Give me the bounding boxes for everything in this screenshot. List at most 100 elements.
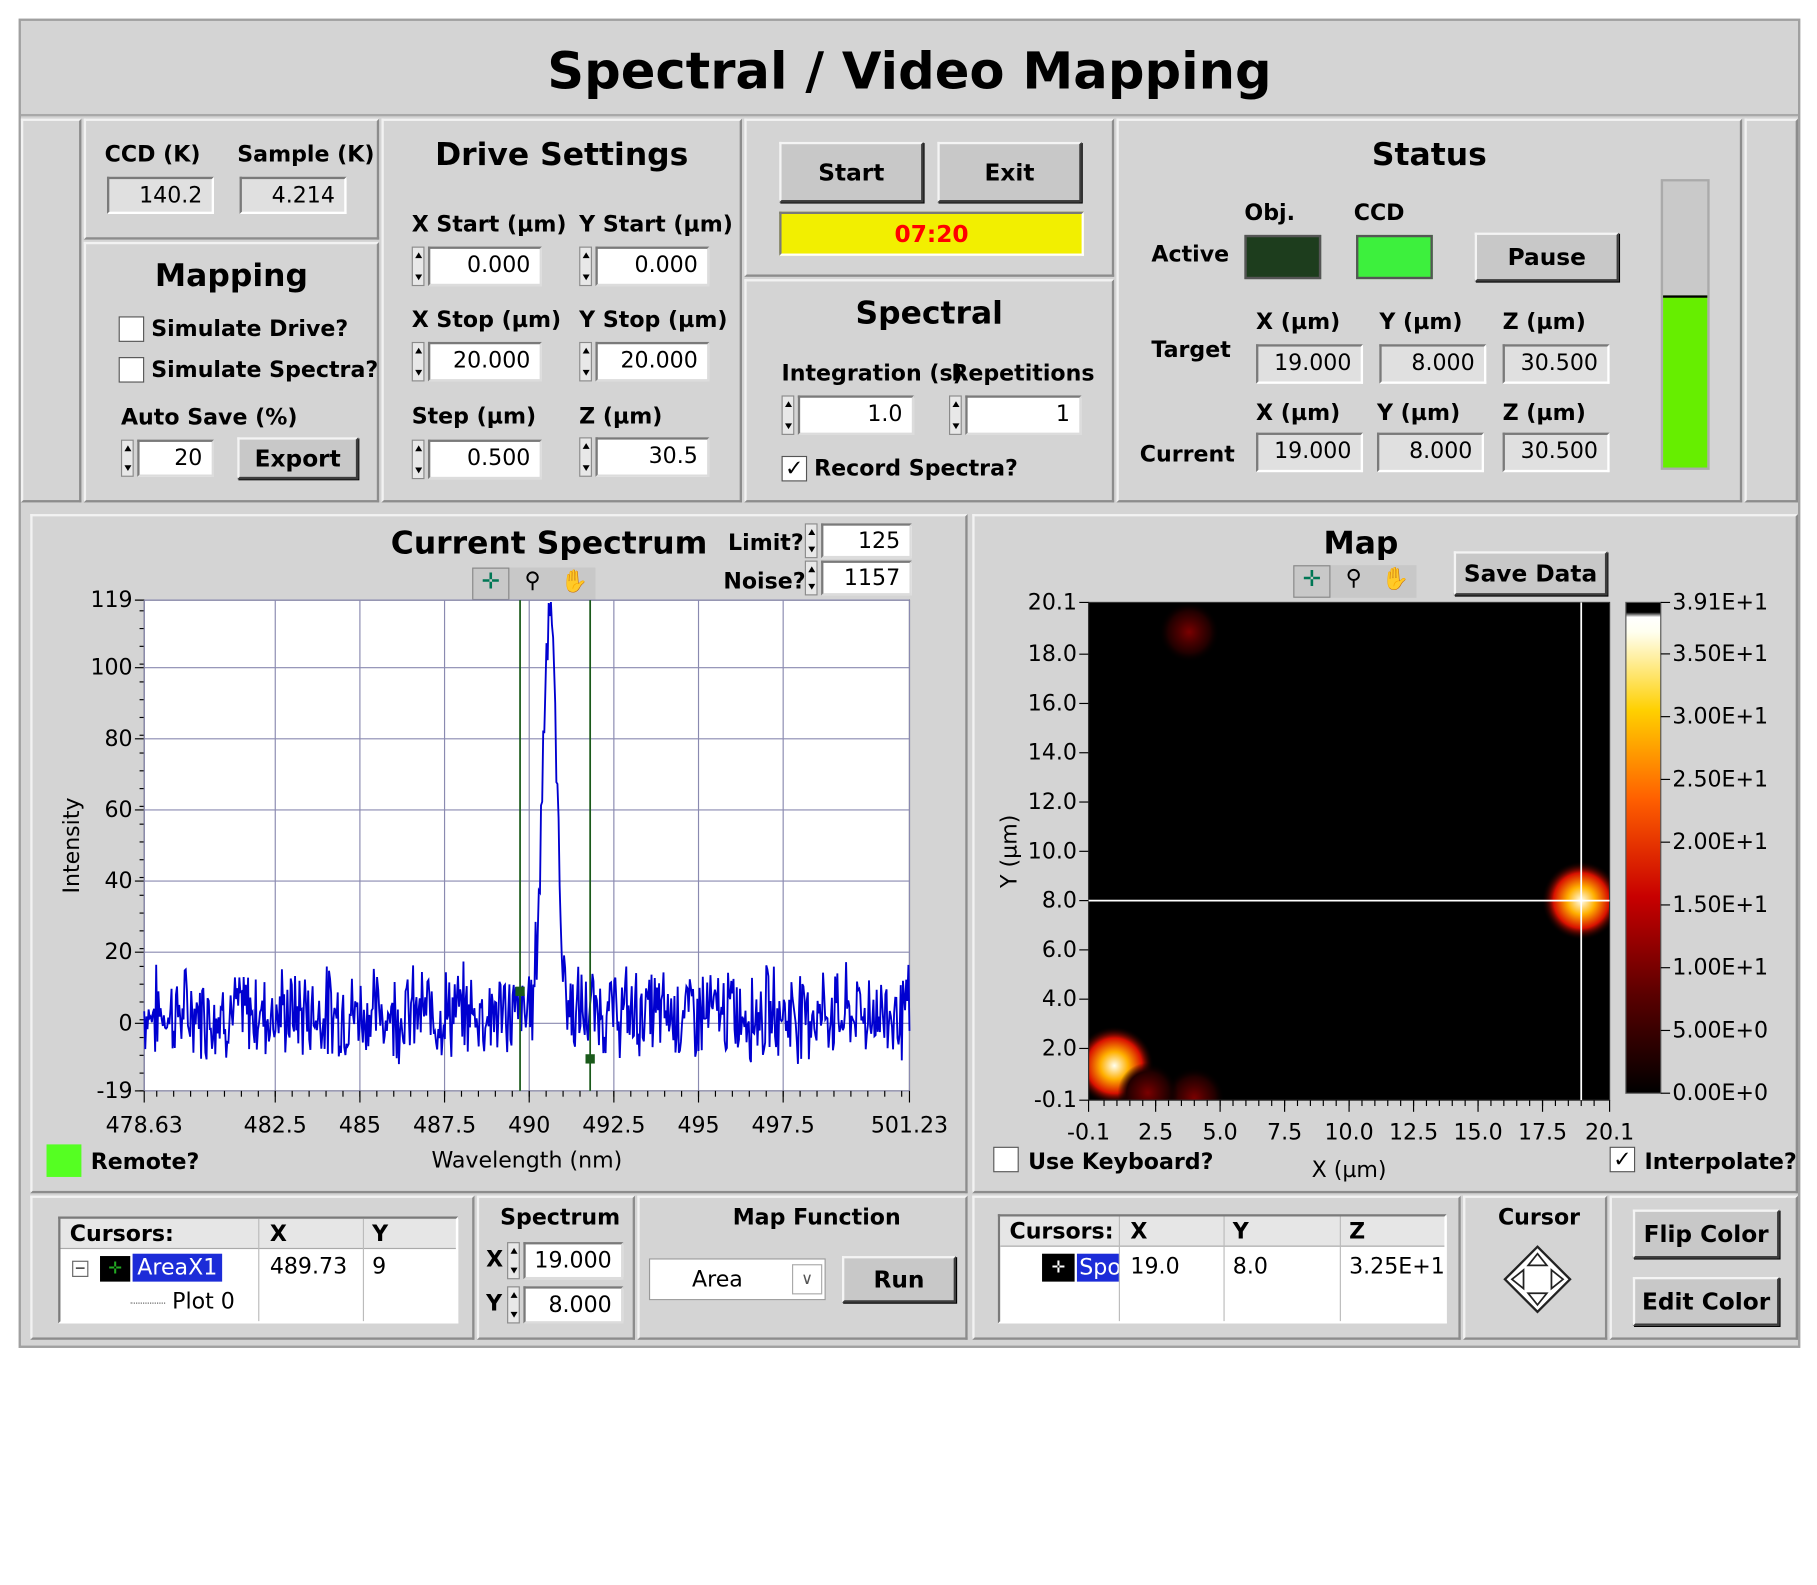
edit-color-button[interactable]: Edit Color (1632, 1276, 1780, 1326)
simulate-drive-checkbox[interactable] (118, 316, 145, 342)
map-x-tick-label: 12.5 (1389, 1120, 1438, 1146)
x-start-label: X Start (µm) (411, 211, 567, 238)
pause-button[interactable]: Pause (1474, 232, 1619, 282)
spectrum-y-input[interactable]: 8.000 (523, 1286, 624, 1324)
map-cursor-y-value: 8.0 (1232, 1253, 1268, 1280)
map-cursor-x-value: 19.0 (1130, 1253, 1180, 1280)
spectrum-y-tick-label: 60 (104, 797, 132, 823)
mapping-title: Mapping (154, 258, 308, 295)
x-stop-input[interactable]: 20.000 (427, 341, 542, 382)
spectrum-cursor-marker (515, 986, 525, 996)
dropdown-chevron-icon[interactable]: ∨ (792, 1264, 823, 1295)
x-start-input[interactable]: 0.000 (427, 246, 542, 287)
map-function-select[interactable]: Area ∨ (648, 1258, 826, 1301)
record-spectra-checkbox[interactable]: ✓ (781, 455, 808, 482)
step-spinner[interactable] (411, 439, 425, 480)
simulate-spectra-checkbox[interactable] (118, 357, 145, 383)
z-spinner[interactable] (579, 437, 592, 477)
spectrum-x-label: X (486, 1246, 504, 1273)
remote-label: Remote? (90, 1149, 200, 1175)
current-z-value: 30.500 (1502, 432, 1610, 473)
run-button[interactable]: Run (842, 1256, 956, 1303)
spectrum-y-tick-label: 0 (119, 1010, 133, 1036)
map-cursor-name[interactable]: Spo (1076, 1253, 1119, 1282)
x-start-spinner[interactable] (411, 246, 425, 287)
obj-label: Obj. (1244, 200, 1295, 226)
left-cursor-panel: Cursors: X Y − ✛ AreaX1 489.73 9 Plot 0 (30, 1195, 475, 1340)
auto-save-spinner[interactable] (120, 439, 134, 477)
collapse-icon[interactable]: − (72, 1261, 89, 1277)
integration-input[interactable]: 1.0 (797, 395, 915, 435)
colorbar-tick-label: 1.50E+1 (1672, 892, 1768, 918)
simulate-spectra-label: Simulate Spectra? (151, 357, 379, 383)
title-bar: Spectral / Video Mapping (20, 21, 1798, 117)
repetitions-spinner[interactable] (949, 395, 962, 435)
map-function-title: Map Function (732, 1204, 901, 1231)
cursor-name[interactable]: AreaX1 (132, 1253, 222, 1282)
y-stop-input[interactable]: 20.000 (595, 341, 710, 382)
target-y-value: 8.000 (1379, 344, 1487, 384)
exit-button[interactable]: Exit (937, 141, 1082, 203)
spectrum-chart[interactable]: 119 100 80 60 40 20 0 -19 478.63 482.5 485 487.5 490… (33, 516, 966, 1191)
interpolate-label: Interpolate? (1644, 1149, 1797, 1175)
colorbar-tick-label: 2.50E+1 (1672, 766, 1768, 792)
heatmap-hotspot (1117, 1062, 1179, 1101)
colorbar-tick-label: 2.00E+1 (1672, 829, 1768, 855)
color-panel: Flip Color Edit Color (1609, 1195, 1798, 1340)
timer-display: 07:20 (779, 211, 1084, 256)
step-input[interactable]: 0.500 (427, 439, 542, 480)
current-label: Current (1139, 441, 1235, 468)
z-input[interactable]: 30.5 (595, 437, 710, 477)
start-button[interactable]: Start (779, 141, 924, 203)
target-z-value: 30.500 (1502, 344, 1610, 384)
left-cursor-table: Cursors: X Y − ✛ AreaX1 489.73 9 Plot 0 (58, 1216, 459, 1324)
cursor-move-pad-icon[interactable] (1503, 1244, 1573, 1314)
heatmap-hotspot (1158, 602, 1220, 663)
spectrum-x-tick-label: 497.5 (752, 1113, 815, 1139)
y-stop-label: Y Stop (µm) (579, 307, 728, 333)
auto-save-input[interactable]: 20 (137, 439, 214, 477)
repetitions-input[interactable]: 1 (965, 395, 1082, 435)
interpolate-checkbox[interactable]: ✓ (1609, 1146, 1636, 1173)
cursor-x-header: X (269, 1221, 287, 1247)
target-label: Target (1151, 337, 1231, 363)
spectrum-y-tick-label: 40 (104, 868, 132, 894)
y-start-spinner[interactable] (579, 246, 592, 287)
integration-spinner[interactable] (781, 395, 795, 435)
page-title: Spectral / Video Mapping (547, 41, 1272, 102)
map-y-tick-label: 18.0 (1028, 641, 1077, 667)
ccd-led (1356, 234, 1433, 280)
map-y-tick-label: 20.1 (1028, 589, 1077, 615)
temperature-panel: CCD (K) Sample (K) 140.2 4.214 (83, 118, 380, 240)
left-edge-panel (20, 118, 82, 503)
x-stop-label: X Stop (µm) (411, 307, 562, 333)
map-y-tick-label: 14.0 (1028, 740, 1077, 766)
map-chart[interactable]: 20.1 18.0 16.0 14.0 12.0 10.0 8.0 6.0 4.0 2.0 -0.1… (975, 516, 1796, 1191)
map-y-tick-label: 6.0 (1042, 937, 1077, 963)
x-stop-spinner[interactable] (411, 341, 425, 382)
map-y-tick-label: 2.0 (1042, 1035, 1077, 1061)
spectrum-y-label: Y (486, 1290, 503, 1317)
next-cursor-row (130, 1321, 212, 1322)
use-keyboard-checkbox[interactable] (993, 1146, 1019, 1173)
obj-led (1244, 234, 1322, 280)
spectrum-x-spinner[interactable] (507, 1242, 520, 1280)
spectrum-x-tick-label: 482.5 (244, 1113, 307, 1139)
spectrum-y-spinner[interactable] (507, 1286, 520, 1324)
flip-color-button[interactable]: Flip Color (1632, 1209, 1780, 1259)
map-cursor-x-header: X (1130, 1218, 1148, 1245)
col-divider (258, 1218, 260, 1322)
cursor-color-icon: ✛ (100, 1256, 131, 1282)
export-button[interactable]: Export (237, 437, 359, 480)
remote-indicator (46, 1144, 82, 1177)
ccd-temp-value: 140.2 (106, 176, 214, 214)
spectrum-x-tick-label: 492.5 (582, 1113, 645, 1139)
spectrum-x-tick-label: 485 (339, 1113, 381, 1139)
spectrum-x-input[interactable]: 19.000 (523, 1242, 624, 1280)
level-meter (1660, 179, 1710, 470)
y-start-input[interactable]: 0.000 (595, 246, 710, 287)
map-x-tick-label: 5.0 (1203, 1120, 1238, 1146)
simulate-drive-label: Simulate Drive? (151, 316, 349, 342)
app-window: Spectral / Video Mapping CCD (K) Sample … (18, 18, 1801, 1348)
y-stop-spinner[interactable] (579, 341, 592, 382)
